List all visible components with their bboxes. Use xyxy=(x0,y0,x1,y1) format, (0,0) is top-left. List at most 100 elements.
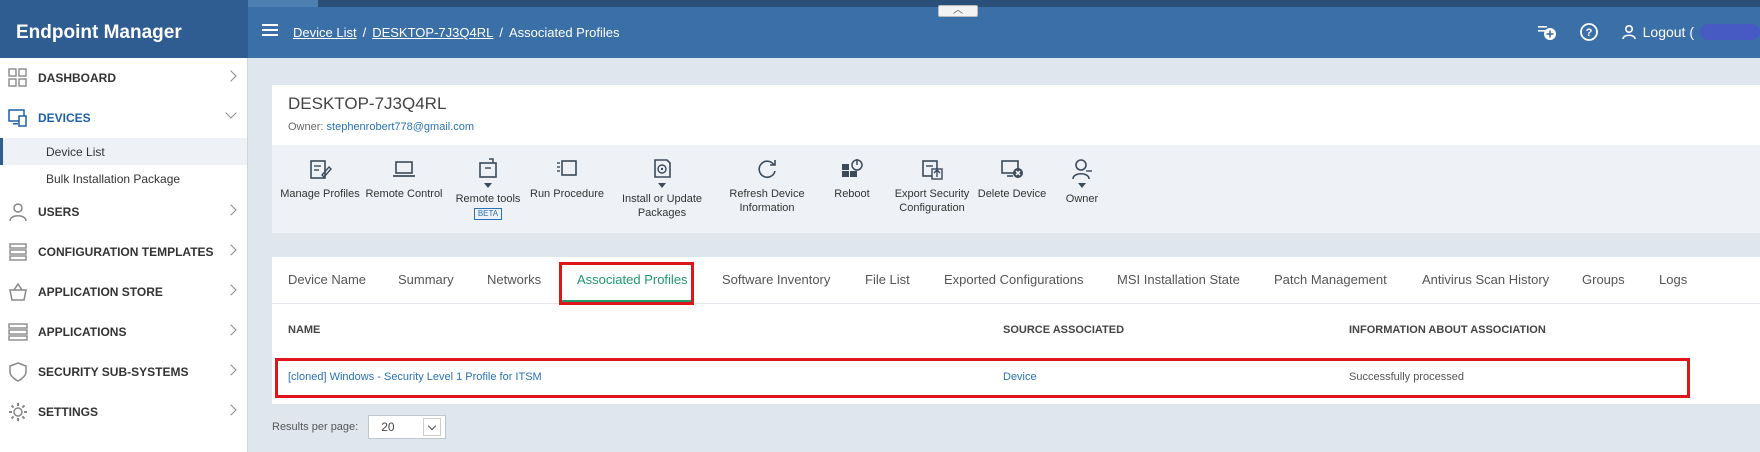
tab-msi-installation-state[interactable]: MSI Installation State xyxy=(1117,272,1240,287)
tool-label: Information xyxy=(739,202,795,214)
chevron-down-icon xyxy=(484,183,492,188)
tool-label: Packages xyxy=(637,207,687,219)
help-icon[interactable]: ? xyxy=(1579,22,1599,42)
stack-icon xyxy=(9,243,27,261)
breadcrumb-device-list[interactable]: Device List xyxy=(293,25,357,40)
tab-networks[interactable]: Networks xyxy=(487,272,541,287)
devices-icon xyxy=(8,109,27,127)
chevron-down-icon xyxy=(658,183,666,188)
tool-label: Remote Control xyxy=(365,188,443,200)
manage-profiles-icon xyxy=(310,160,332,179)
chevron-right-icon xyxy=(225,244,237,256)
export-security-configuration-button[interactable]: Export Security Configuration xyxy=(882,157,982,215)
tool-label: Reboot xyxy=(834,188,870,200)
sidebar-item-devices[interactable]: DEVICES xyxy=(0,98,247,138)
sidebar-item-label: DASHBOARD xyxy=(38,71,116,85)
sidebar-item-label: DEVICES xyxy=(38,111,91,125)
breadcrumb-device[interactable]: DESKTOP-7J3Q4RL xyxy=(372,25,493,40)
source-associated-link[interactable]: Device xyxy=(1003,371,1037,383)
device-tabs: Device Name Summary Networks Associated … xyxy=(272,257,1760,304)
sidebar-item-security-sub-systems[interactable]: SECURITY SUB-SYSTEMS xyxy=(0,352,247,392)
breadcrumb: Device List / DESKTOP-7J3Q4RL / Associat… xyxy=(293,25,620,40)
profile-name-link[interactable]: [cloned] Windows - Security Level 1 Prof… xyxy=(288,371,542,383)
sidebar-item-applications[interactable]: APPLICATIONS xyxy=(0,312,247,352)
laptop-icon xyxy=(393,161,415,177)
hamburger-menu-icon[interactable] xyxy=(262,24,278,38)
tool-label: Remote tools xyxy=(455,193,521,205)
user-icon xyxy=(9,203,27,222)
sidebar-item-settings[interactable]: SETTINGS xyxy=(0,392,247,432)
sidebar-item-label: APPLICATIONS xyxy=(38,325,127,339)
results-per-page-value: 20 xyxy=(381,420,395,434)
sidebar-item-label: CONFIGURATION TEMPLATES xyxy=(38,245,214,259)
owner-button[interactable]: Owner xyxy=(1052,157,1112,206)
package-install-icon xyxy=(654,159,671,178)
tab-logs[interactable]: Logs xyxy=(1659,272,1687,287)
install-update-packages-button[interactable]: Install or Update Packages xyxy=(612,157,712,220)
profiles-card: Device Name Summary Networks Associated … xyxy=(272,257,1760,404)
chevron-right-icon xyxy=(225,70,237,82)
delete-device-button[interactable]: Delete Device xyxy=(974,157,1050,201)
beta-badge: BETA xyxy=(473,208,503,220)
add-list-icon[interactable] xyxy=(1537,22,1557,42)
applications-icon xyxy=(8,323,28,341)
chevron-down-icon xyxy=(423,418,442,436)
logout-button[interactable]: Logout ( xyxy=(1621,24,1760,40)
sidebar-item-dashboard[interactable]: DASHBOARD xyxy=(0,58,247,98)
sidebar-item-application-store[interactable]: APPLICATION STORE xyxy=(0,272,247,312)
breadcrumb-separator: / xyxy=(362,25,367,40)
tab-patch-management[interactable]: Patch Management xyxy=(1274,272,1387,287)
manage-profiles-button[interactable]: Manage Profiles xyxy=(280,157,360,201)
remote-control-button[interactable]: Remote Control xyxy=(364,157,444,201)
sidebar-item-label: SETTINGS xyxy=(38,405,99,419)
tab-summary[interactable]: Summary xyxy=(398,272,454,287)
results-per-page-label: Results per page: xyxy=(272,421,359,433)
tab-groups[interactable]: Groups xyxy=(1582,272,1625,287)
tool-label: Install or Update xyxy=(621,193,703,205)
top-bar: ︿ Endpoint Manager Device List / DESKTOP… xyxy=(0,0,1760,58)
tab-exported-configurations[interactable]: Exported Configurations xyxy=(944,272,1083,287)
device-title: DESKTOP-7J3Q4RL xyxy=(288,94,447,113)
column-header-name: NAME xyxy=(288,324,321,336)
logout-label: Logout ( xyxy=(1642,24,1694,40)
tool-label: Delete Device xyxy=(977,188,1047,200)
sidebar-item-label: USERS xyxy=(38,205,80,219)
redacted-username xyxy=(1700,24,1760,40)
refresh-device-information-button[interactable]: Refresh Device Information xyxy=(714,157,820,215)
owner-label: Owner: xyxy=(288,121,324,133)
remote-tools-button[interactable]: Remote tools BETA xyxy=(448,157,528,220)
sidebar-subitem-device-list[interactable]: Device List xyxy=(0,138,247,165)
tab-file-list[interactable]: File List xyxy=(865,272,910,287)
basket-icon xyxy=(9,282,27,301)
tab-highlight-box xyxy=(559,262,694,305)
sidebar-item-configuration-templates[interactable]: CONFIGURATION TEMPLATES xyxy=(0,232,247,272)
remote-tools-icon xyxy=(479,158,497,178)
export-configuration-icon xyxy=(922,160,943,180)
breadcrumb-separator: / xyxy=(499,25,503,40)
breadcrumb-current: Associated Profiles xyxy=(508,25,620,40)
shield-icon xyxy=(9,362,27,382)
dashboard-grid-icon xyxy=(8,68,27,87)
reboot-button[interactable]: Reboot xyxy=(820,157,884,201)
gear-icon xyxy=(9,403,27,421)
tab-software-inventory[interactable]: Software Inventory xyxy=(722,272,830,287)
top-stripe xyxy=(0,0,1760,7)
results-per-page-select[interactable]: 20 xyxy=(368,415,447,439)
tab-antivirus-scan-history[interactable]: Antivirus Scan History xyxy=(1422,272,1549,287)
app-title: Endpoint Manager xyxy=(0,0,248,58)
tab-device-name[interactable]: Device Name xyxy=(288,272,366,287)
device-toolbar: Manage Profiles Remote Control Remote to… xyxy=(272,145,1760,233)
chevron-right-icon xyxy=(225,204,237,216)
collapse-header-button[interactable]: ︿ xyxy=(938,5,978,17)
sidebar-item-users[interactable]: USERS xyxy=(0,192,247,232)
owner-user-icon xyxy=(1072,159,1092,180)
svg-text:?: ? xyxy=(1585,27,1592,39)
owner-email-link[interactable]: stephenrobert778@gmail.com xyxy=(327,121,475,133)
sidebar-subitem-bulk-installation[interactable]: Bulk Installation Package xyxy=(0,165,247,192)
refresh-icon xyxy=(758,160,776,178)
run-procedure-icon xyxy=(557,160,577,176)
tool-label: Refresh Device xyxy=(729,188,805,200)
sidebar-item-label: SECURITY SUB-SYSTEMS xyxy=(38,365,189,379)
chevron-down-icon xyxy=(225,107,237,119)
run-procedure-button[interactable]: Run Procedure xyxy=(528,157,606,201)
